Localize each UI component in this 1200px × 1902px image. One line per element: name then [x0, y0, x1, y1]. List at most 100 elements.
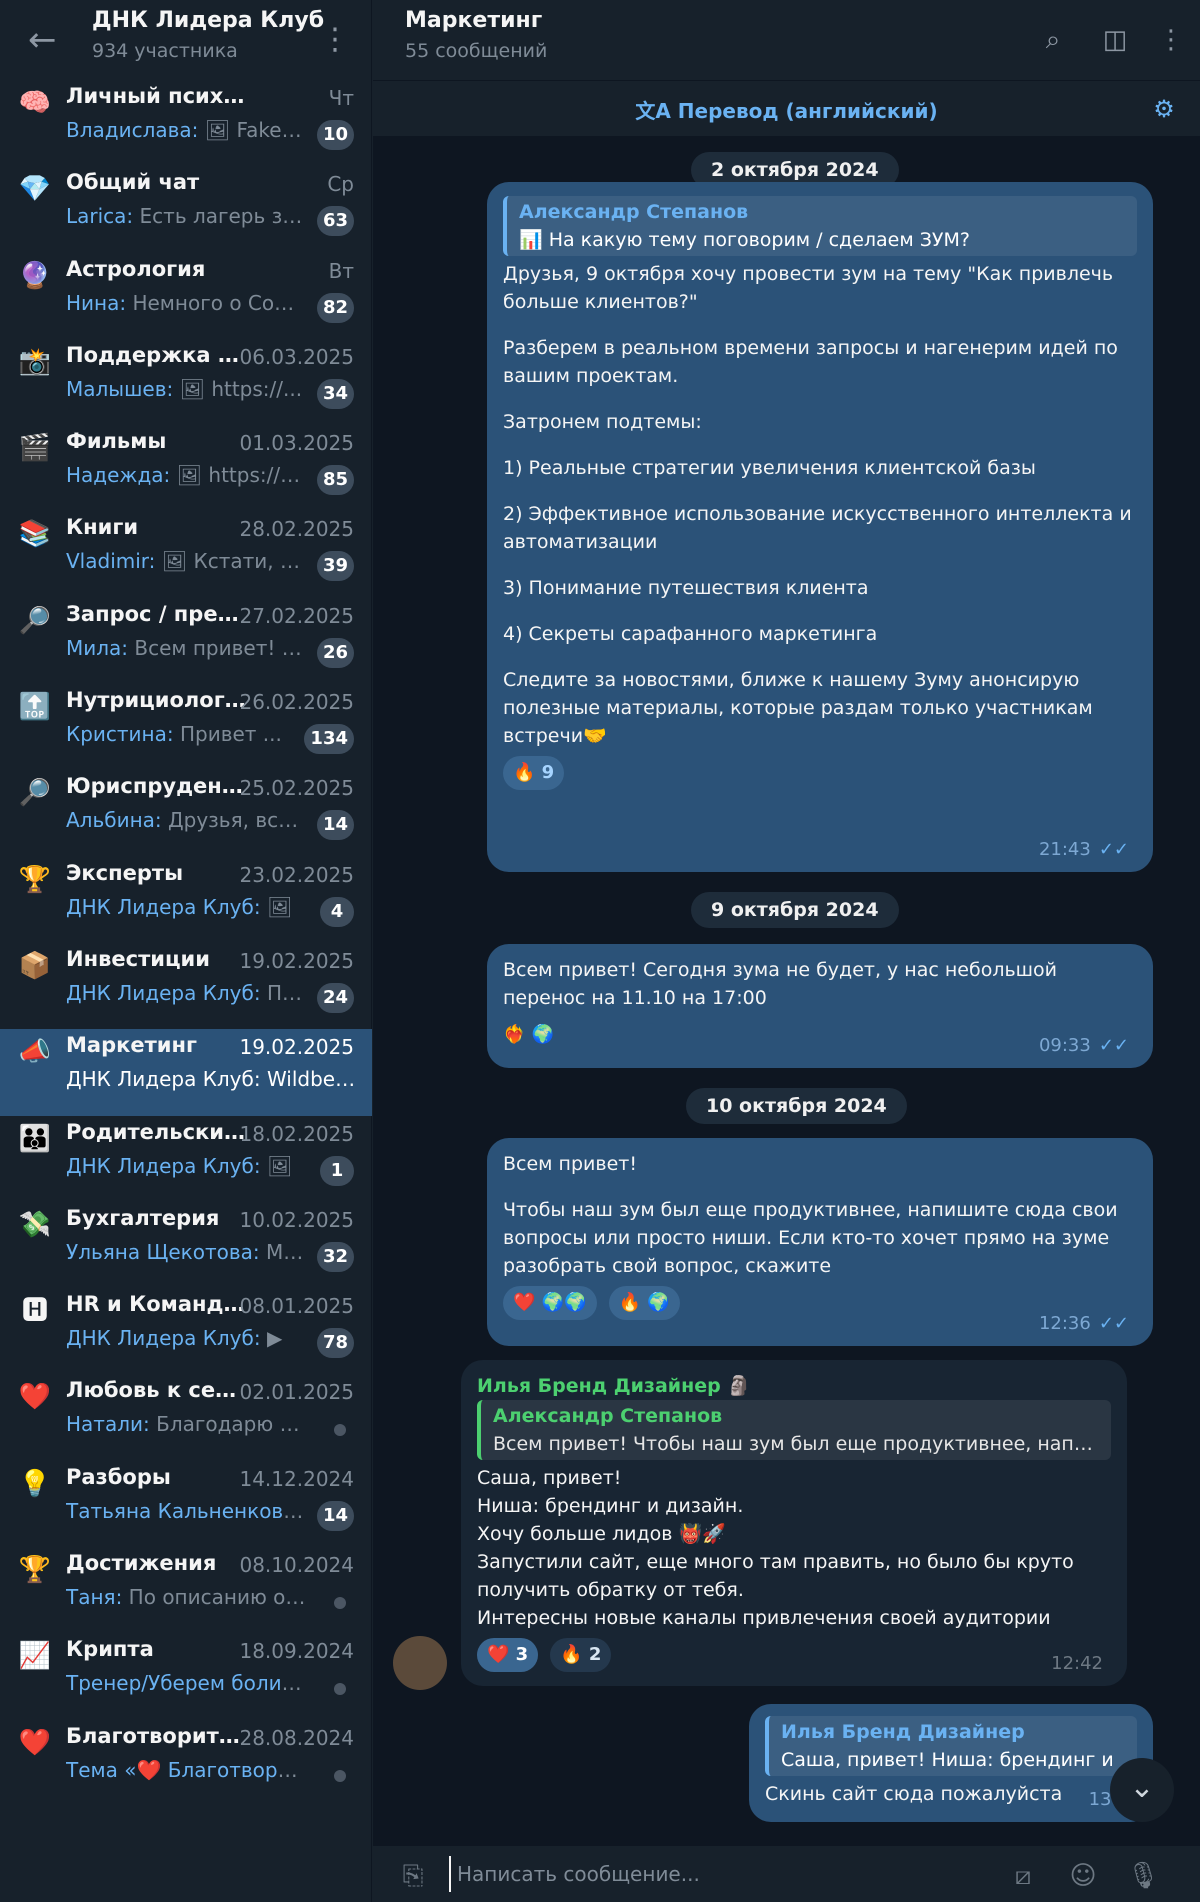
message-line: [503, 1178, 1137, 1196]
translate-label[interactable]: 文A Перевод (английский): [373, 95, 1200, 124]
topic-name: Крипта: [66, 1637, 154, 1662]
date-divider: 9 октября 2024: [691, 892, 899, 928]
topic-item[interactable]: 🔝 Нутрициологи... 26.02.2025 Кристина: Прив…: [0, 684, 372, 770]
message-line: 4) Секреты сарафанного маркетинга: [503, 623, 878, 645]
topic-icon: 📣: [18, 1037, 52, 1068]
muted-dot-icon: [334, 1683, 346, 1696]
topic-date: 08.01.2025: [239, 1294, 354, 1319]
reaction-fire[interactable]: 🔥 2: [550, 1638, 612, 1672]
double-check-icon: ✓✓: [1098, 839, 1129, 860]
topic-icon: 🏆: [18, 864, 52, 895]
message-line: [503, 556, 1137, 574]
message-bubble[interactable]: Всем привет! Чтобы наш зум был еще продук…: [487, 1138, 1153, 1346]
topic-item[interactable]: 💎 Общий чат Ср Larica: Есть лагерь зам... 63: [0, 166, 372, 252]
topic-item[interactable]: 🔎 Юриспруденция 25.02.2025 Альбина: Друзья,…: [0, 770, 372, 856]
message-time: 09:33 ✓✓: [1038, 1035, 1129, 1056]
topic-date: Чт: [328, 86, 354, 110]
preview-text: Мог...: [266, 1239, 306, 1264]
unread-badge: 39: [316, 551, 354, 582]
topic-item[interactable]: 💸 Бухгалтерия 10.02.2025 Ульяна Щекотова: М…: [0, 1202, 372, 1288]
reaction-fire[interactable]: 🔥 9: [503, 756, 565, 790]
sender-name[interactable]: Илья Бренд Дизайнер 🗿: [477, 1372, 1111, 1400]
topic-item[interactable]: 🔎 Запрос / предл...27.02.2025 Мила: Всем п…: [0, 598, 372, 684]
topic-preview: ДНК Лидера Клуб: Про...: [66, 981, 306, 1005]
sidebar-toggle-icon[interactable]: ◫: [1095, 20, 1135, 60]
scroll-down-button[interactable]: ⌄: [1110, 1758, 1174, 1822]
topic-item[interactable]: 👪 Родительский ...18.02.2025 ДНК Лидера Кл…: [0, 1116, 372, 1202]
message-text: Саша, привет! Ниша: брендинг и дизайн. Хоч…: [477, 1464, 1111, 1632]
unread-badge: 26: [316, 637, 354, 668]
topic-item[interactable]: ❤️ Любовь к себе ...02.01.2025 Натали: Бла…: [0, 1374, 372, 1460]
preview-author: Татьяна Кальненкова:: [66, 1498, 303, 1523]
topic-preview: Мила: Всем привет! И...: [66, 636, 306, 660]
topic-item[interactable]: 🔮 Астрология Вт Нина: Немного о Соля... 82: [0, 253, 372, 339]
reaction-fire[interactable]: 🔥 🌍: [608, 1286, 680, 1320]
topic-item[interactable]: 📸 Поддержка , ла...06.03.2025 Малышев: 🖼 h…: [0, 339, 372, 425]
topic-item[interactable]: 📈 Крипта 18.09.2024 Тренер/Уберем боли в ..…: [0, 1633, 372, 1719]
message-input[interactable]: Написать сообщение...: [449, 1856, 899, 1892]
back-arrow-icon[interactable]: ←: [28, 20, 68, 60]
unread-badge: 14: [316, 810, 354, 841]
topic-item[interactable]: 📦 Инвестиции 19.02.2025 ДНК Лидера Клуб: Пр…: [0, 943, 372, 1029]
attach-icon[interactable]: ⎘: [393, 1856, 433, 1896]
unread-badge: 4: [320, 896, 354, 927]
topic-name: Разборы: [66, 1464, 171, 1489]
topic-name: Общий чат: [66, 170, 200, 195]
message-line: 3) Понимание путешествия клиента: [503, 577, 869, 599]
preview-text: Немного о Соля...: [126, 290, 306, 315]
topic-preview: Таня: По описанию очень ...: [66, 1585, 306, 1609]
message-bubble[interactable]: Всем привет! Сегодня зума не будет, у на…: [487, 944, 1153, 1068]
reaction-heart[interactable]: ❤️ 3: [477, 1638, 539, 1672]
more-vertical-icon[interactable]: ⋮: [320, 22, 350, 58]
topic-item[interactable]: 📣 Маркетинг 19.02.2025 ДНК Лидера Клуб: Wil…: [0, 1029, 372, 1116]
topic-preview: Малышев: 🖼 https://...: [66, 377, 306, 401]
microphone-icon[interactable]: 🎙: [1123, 1856, 1163, 1896]
topic-preview: Larica: Есть лагерь зам...: [66, 204, 306, 228]
topic-item[interactable]: 🏆 Достижения 08.10.2024 Таня: По описанию о…: [0, 1547, 372, 1633]
preview-author: ДНК Лидера Клуб:: [66, 1326, 261, 1351]
topic-date: 26.02.2025: [239, 690, 354, 715]
bot-commands-icon[interactable]: ⧄: [1003, 1856, 1043, 1896]
search-icon[interactable]: ⌕: [1033, 20, 1073, 60]
reaction-heart[interactable]: ❤️ 🌍🌍: [503, 1286, 597, 1320]
topic-item[interactable]: 🧠 Личный психолог Чт Владислава: 🖼 Fake it.…: [0, 80, 372, 166]
preview-text: По описанию очень ...: [128, 1585, 306, 1610]
message-bubble[interactable]: Илья Бренд Дизайнер 🗿 Александр Степанов…: [461, 1360, 1127, 1686]
reply-quote[interactable]: Александр Степанов Всем привет! Чтобы на…: [477, 1400, 1111, 1460]
topic-item[interactable]: 🏆 Эксперты 23.02.2025 ДНК Лидера Клуб: 🖼 4: [0, 857, 372, 943]
preview-author: Надежда:: [66, 463, 171, 488]
topic-date: 28.08.2024: [239, 1725, 354, 1750]
topic-date: 14.12.2024: [239, 1466, 354, 1491]
message-bubble[interactable]: Александр Степанов 📊 На какую тему погов…: [487, 182, 1153, 872]
reply-text: 📊 На какую тему поговорим / сделаем ЗУМ?: [519, 229, 970, 251]
unread-badge: 14: [316, 1500, 354, 1531]
emoji-icon[interactable]: ☺: [1063, 1856, 1103, 1896]
message-line: [503, 390, 1137, 408]
reactions[interactable]: ❤️‍🔥 🌍: [503, 1018, 554, 1052]
unread-badge: 34: [316, 378, 354, 409]
unread-badge: 85: [316, 465, 354, 496]
translate-bar[interactable]: 文A Перевод (английский) ⚙: [373, 80, 1200, 136]
topic-item[interactable]: 📚 Книги 28.02.2025 Vladimir: 🖼 Кстати, ко..…: [0, 511, 372, 597]
more-vertical-icon[interactable]: ⋮: [1151, 20, 1191, 60]
reply-quote[interactable]: Илья Бренд Дизайнер Саша, привет! Ниша: …: [765, 1716, 1137, 1776]
topic-item[interactable]: 💡 Разборы 14.12.2024 Татьяна Кальненкова:..…: [0, 1461, 372, 1547]
topic-name: Личный психолог: [66, 84, 246, 108]
message-text: Друзья, 9 октября хочу провести зум на т…: [503, 260, 1137, 750]
topic-item[interactable]: ❤️ Благотворител...28.08.2024 Тема «❤️ Бла…: [0, 1720, 372, 1806]
topic-item[interactable]: 🎬 Фильмы 01.03.2025 Надежда: 🖼 https://w...…: [0, 425, 372, 511]
topic-preview: Ульяна Щекотова: Мог...: [66, 1240, 306, 1264]
topic-icon: 🔮: [18, 260, 52, 291]
message-text: Скинь сайт сюда пожалуйста: [765, 1783, 1063, 1805]
avatar[interactable]: [393, 1636, 447, 1690]
topic-item[interactable]: 🅷 HR и Командоо...08.01.2025 ДНК Лидера Кл…: [0, 1288, 372, 1374]
translate-settings-icon[interactable]: ⚙: [1146, 91, 1182, 127]
reply-quote[interactable]: Александр Степанов 📊 На какую тему погов…: [503, 196, 1137, 256]
topic-preview: Тренер/Уберем боли в ...: [66, 1671, 306, 1695]
message-line: [503, 482, 1137, 500]
message-line: Интересны новые каналы привлечения своей…: [477, 1607, 1051, 1629]
preview-text: 🖼: [260, 894, 293, 919]
topic-icon: 📦: [18, 950, 52, 981]
topic-date: 25.02.2025: [239, 776, 354, 801]
message-bubble[interactable]: Илья Бренд Дизайнер Саша, привет! Ниша: …: [749, 1704, 1153, 1822]
